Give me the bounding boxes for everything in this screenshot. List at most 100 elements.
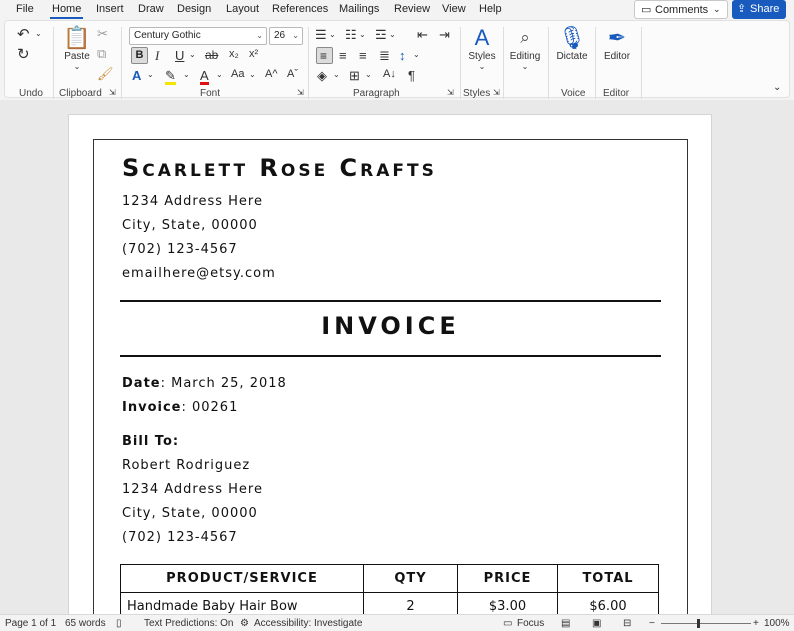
chevron-down-icon[interactable]: ⌄ xyxy=(413,51,420,59)
focus-button[interactable]: Focus xyxy=(517,618,544,629)
tab-design[interactable]: Design xyxy=(177,3,211,15)
share-button[interactable]: ⇪ Share xyxy=(732,0,786,19)
invoice-frame: Scarlett Rose Crafts 1234 Address Here C… xyxy=(93,139,688,614)
grow-font-icon[interactable]: A^ xyxy=(265,69,278,80)
align-center-icon[interactable]: ≡ xyxy=(339,49,347,62)
increase-indent-icon[interactable]: ⇥ xyxy=(439,28,450,41)
zoom-slider-thumb[interactable] xyxy=(697,619,700,628)
align-left-button[interactable]: ≡ xyxy=(316,47,333,64)
numbering-icon[interactable]: ☷ xyxy=(345,28,357,41)
ribbon-collapse-chevron-icon[interactable]: ⌄ xyxy=(773,83,781,93)
tab-view[interactable]: View xyxy=(442,3,466,15)
group-label-clipboard: Clipboard xyxy=(59,88,102,99)
font-name-select[interactable]: Century Gothic ⌄ xyxy=(129,27,267,45)
sort-icon[interactable]: A↓ xyxy=(383,69,396,80)
proofing-icon[interactable]: ▯ xyxy=(116,618,122,629)
chevron-down-icon[interactable]: ⌄ xyxy=(389,31,396,39)
editor-pen-icon: ✒ xyxy=(607,25,627,50)
chevron-down-icon[interactable]: ⌄ xyxy=(329,31,336,39)
tab-references[interactable]: References xyxy=(272,3,328,15)
align-right-icon[interactable]: ≡ xyxy=(359,49,367,62)
bill-to-name: Robert Rodriguez xyxy=(122,458,251,473)
undo-icon[interactable]: ↶ xyxy=(17,27,30,42)
dialog-launcher-icon[interactable]: ⇲ xyxy=(493,89,500,97)
strikethrough-button[interactable]: ab xyxy=(205,49,218,61)
company-address-line: 1234 Address Here xyxy=(122,194,263,209)
dialog-launcher-icon[interactable]: ⇲ xyxy=(297,89,304,97)
chevron-down-icon[interactable]: ⌄ xyxy=(359,31,366,39)
text-predictions-status[interactable]: Text Predictions: On xyxy=(144,618,233,629)
change-case-icon[interactable]: Aa xyxy=(231,69,244,80)
superscript-button[interactable]: x² xyxy=(249,49,258,60)
chevron-down-icon: ⌄ xyxy=(478,62,486,71)
bold-button[interactable]: B xyxy=(131,47,148,64)
justify-icon[interactable]: ≣ xyxy=(379,49,390,62)
highlight-icon[interactable]: ✎ xyxy=(165,69,176,85)
bullets-icon[interactable]: ☰ xyxy=(315,28,327,41)
copy-icon[interactable]: ⧉ xyxy=(97,47,106,60)
chevron-down-icon[interactable]: ⌄ xyxy=(365,71,372,79)
group-label-editor: Editor xyxy=(603,88,630,99)
undo-dropdown-icon[interactable]: ⌄ xyxy=(35,30,42,38)
text-effects-icon[interactable]: A xyxy=(132,69,141,82)
dictate-button[interactable]: 🎙 Dictate xyxy=(553,25,591,62)
separator xyxy=(121,27,122,99)
multilevel-list-icon[interactable]: ☲ xyxy=(375,28,387,41)
zoom-in-icon[interactable]: + xyxy=(753,618,759,629)
print-layout-icon[interactable]: ▣ xyxy=(592,618,601,629)
italic-button[interactable]: I xyxy=(155,49,159,62)
zoom-slider[interactable] xyxy=(661,623,751,624)
font-name-value: Century Gothic xyxy=(134,30,201,41)
document-page[interactable]: Scarlett Rose Crafts 1234 Address Here C… xyxy=(68,114,712,614)
zoom-out-icon[interactable]: − xyxy=(649,618,655,629)
chevron-down-icon[interactable]: ⌄ xyxy=(249,71,256,79)
chevron-down-icon[interactable]: ⌄ xyxy=(189,51,196,59)
font-size-select[interactable]: 26 ⌄ xyxy=(269,27,303,45)
styles-label: Styles xyxy=(468,51,496,62)
tab-insert[interactable]: Insert xyxy=(96,3,124,15)
chevron-down-icon[interactable]: ⌄ xyxy=(333,71,340,79)
tab-layout[interactable]: Layout xyxy=(226,3,259,15)
clipboard-icon: 📋 xyxy=(63,25,91,50)
page-count[interactable]: Page 1 of 1 xyxy=(5,618,56,629)
decrease-indent-icon[interactable]: ⇤ xyxy=(417,28,428,41)
borders-icon[interactable]: ⊞ xyxy=(349,69,360,82)
column-header-total: TOTAL xyxy=(557,564,659,593)
paste-button[interactable]: 📋 Paste ⌄ xyxy=(61,25,93,71)
accessibility-status[interactable]: Accessibility: Investigate xyxy=(254,618,362,629)
format-painter-icon[interactable]: 🖌 xyxy=(97,67,114,80)
tab-home[interactable]: Home xyxy=(49,3,84,19)
zoom-level[interactable]: 100% xyxy=(764,618,790,629)
read-mode-icon[interactable]: ▤ xyxy=(561,618,570,629)
tab-mailings[interactable]: Mailings xyxy=(339,3,379,15)
font-color-icon[interactable]: A xyxy=(200,69,209,85)
editing-button[interactable]: ⌕ Editing ⌄ xyxy=(507,25,543,71)
dialog-launcher-icon[interactable]: ⇲ xyxy=(109,89,116,97)
chevron-down-icon[interactable]: ⌄ xyxy=(147,71,154,79)
group-label-paragraph: Paragraph xyxy=(353,88,400,99)
editor-button[interactable]: ✒ Editor xyxy=(599,25,635,62)
editing-label: Editing xyxy=(509,51,541,62)
tab-help[interactable]: Help xyxy=(479,3,502,15)
comments-button[interactable]: ▭ Comments ⌄ xyxy=(634,0,728,19)
tab-file[interactable]: File xyxy=(16,3,34,15)
shrink-font-icon[interactable]: Aˇ xyxy=(287,69,298,80)
word-count[interactable]: 65 words xyxy=(65,618,106,629)
redo-icon[interactable]: ↻ xyxy=(17,47,30,62)
web-layout-icon[interactable]: ⊟ xyxy=(623,618,631,629)
tab-review[interactable]: Review xyxy=(394,3,430,15)
underline-button[interactable]: U xyxy=(175,49,184,62)
chevron-down-icon[interactable]: ⌄ xyxy=(216,71,223,79)
shading-icon[interactable]: ◈ xyxy=(317,69,327,82)
show-formatting-icon[interactable]: ¶ xyxy=(408,69,415,82)
chevron-down-icon: ⌄ xyxy=(73,62,81,71)
subscript-button[interactable]: x₂ xyxy=(229,49,239,60)
share-label: Share xyxy=(750,3,780,15)
line-spacing-icon[interactable]: ↕ xyxy=(399,49,406,62)
cut-icon[interactable]: ✂ xyxy=(97,27,108,40)
chevron-down-icon[interactable]: ⌄ xyxy=(183,71,190,79)
column-header-qty: QTY xyxy=(363,564,458,593)
dialog-launcher-icon[interactable]: ⇲ xyxy=(447,89,454,97)
styles-button[interactable]: A Styles ⌄ xyxy=(465,25,499,71)
tab-draw[interactable]: Draw xyxy=(138,3,164,15)
